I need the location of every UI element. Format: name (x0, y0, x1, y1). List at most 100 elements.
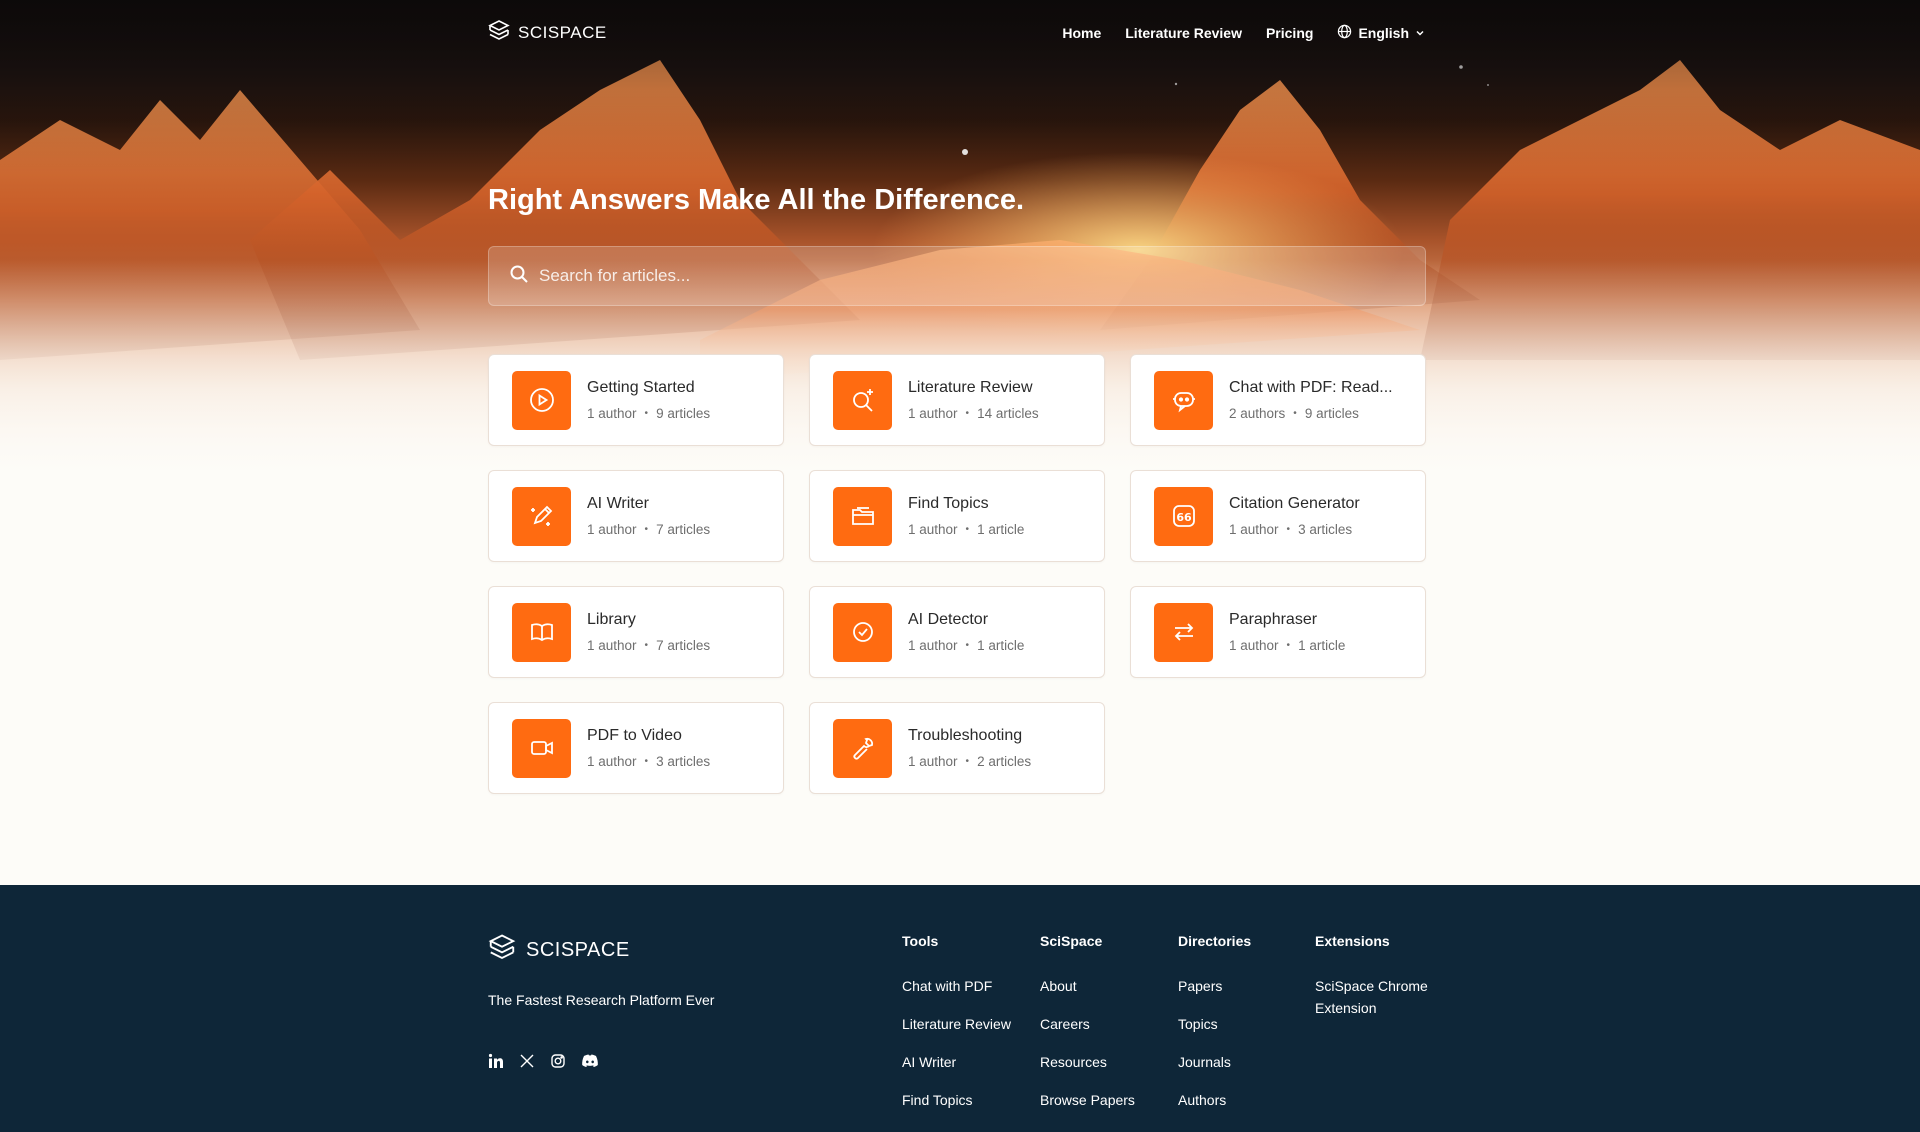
search-input[interactable] (539, 266, 1399, 286)
nav-links: Home Literature Review Pricing English (1062, 24, 1425, 42)
author-count: 1 author (908, 522, 958, 537)
footer-column-title: SciSpace (1040, 933, 1103, 949)
article-count: 3 articles (1298, 522, 1353, 537)
article-count: 1 article (977, 522, 1025, 537)
folder-icon (833, 486, 892, 546)
footer-link[interactable]: Journals (1178, 1051, 1288, 1073)
search-icon (509, 264, 529, 288)
article-count: 14 articles (977, 406, 1039, 421)
footer-column-directories: Directories Papers Topics Journals Autho… (1178, 933, 1288, 1127)
meta-separator: • (965, 640, 970, 651)
collection-title: Troubleshooting (908, 727, 1023, 744)
collection-title: AI Writer (587, 495, 649, 512)
author-count: 1 author (587, 638, 637, 653)
x-icon[interactable] (519, 1053, 535, 1069)
chat-bot-icon (1154, 370, 1213, 430)
pencil-sparkle-icon (512, 486, 571, 546)
nav-link-pricing[interactable]: Pricing (1266, 25, 1313, 41)
brand-logo[interactable]: SCISPACE (488, 19, 607, 47)
language-selector[interactable]: English (1337, 24, 1425, 42)
footer-link[interactable]: Resources (1040, 1051, 1160, 1073)
author-count: 1 author (1229, 638, 1279, 653)
linkedin-icon[interactable] (488, 1053, 504, 1069)
footer-column-title: Directories (1178, 933, 1252, 949)
nav-link-literature-review[interactable]: Literature Review (1125, 25, 1242, 41)
collection-title: Find Topics (908, 495, 989, 512)
collection-title: Citation Generator (1229, 495, 1360, 512)
collection-card-ai-detector[interactable]: AI Detector 1 author • 1 article (809, 586, 1105, 678)
meta-separator: • (644, 524, 649, 535)
nav-link-home[interactable]: Home (1062, 25, 1101, 41)
footer-link[interactable]: Careers (1040, 1013, 1160, 1035)
author-count: 1 author (908, 638, 958, 653)
magnify-sparkle-icon (833, 370, 892, 430)
instagram-icon[interactable] (550, 1053, 566, 1069)
author-count: 1 author (587, 754, 637, 769)
author-count: 2 authors (1229, 406, 1286, 421)
collection-card-library[interactable]: Library 1 author • 7 articles (488, 586, 784, 678)
collection-card-paraphraser[interactable]: Paraphraser 1 author • 1 article (1130, 586, 1426, 678)
social-links (488, 1053, 599, 1069)
meta-separator: • (965, 756, 970, 767)
author-count: 1 author (587, 406, 637, 421)
meta-separator: • (965, 408, 970, 419)
swap-arrows-icon (1154, 602, 1213, 662)
quote-icon: 66 (1154, 486, 1213, 546)
collection-card-troubleshooting[interactable]: Troubleshooting 1 author • 2 articles (809, 702, 1105, 794)
footer-brand-name: SCISPACE (526, 938, 630, 961)
collection-card-find-topics[interactable]: Find Topics 1 author • 1 article (809, 470, 1105, 562)
collection-title: Literature Review (908, 379, 1033, 396)
wrench-icon (833, 718, 892, 778)
collection-card-getting-started[interactable]: Getting Started 1 author • 9 articles (488, 354, 784, 446)
footer-link[interactable]: SciSpace Chrome Extension (1315, 975, 1440, 1019)
scispace-logo-icon (488, 933, 516, 967)
meta-separator: • (644, 756, 649, 767)
article-count: 3 articles (656, 754, 711, 769)
collection-card-citation-generator[interactable]: 66 Citation Generator 1 author • 3 article… (1130, 470, 1426, 562)
footer-link[interactable]: About (1040, 975, 1160, 997)
svg-text:66: 66 (1176, 511, 1192, 524)
chevron-down-icon (1415, 25, 1425, 41)
footer-link[interactable]: Chat with PDF (902, 975, 1012, 997)
top-navigation: SCISPACE Home Literature Review Pricing … (488, 18, 1425, 48)
article-count: 7 articles (656, 522, 711, 537)
article-count: 1 article (977, 638, 1025, 653)
article-count: 9 articles (656, 406, 711, 421)
author-count: 1 author (908, 406, 958, 421)
footer-link[interactable]: Papers (1178, 975, 1288, 997)
footer-link[interactable]: Authors (1178, 1089, 1288, 1111)
article-count: 7 articles (656, 638, 711, 653)
article-count: 1 article (1298, 638, 1346, 653)
footer-column-extensions: Extensions SciSpace Chrome Extension (1315, 933, 1440, 1035)
footer-column-scispace: SciSpace About Careers Resources Browse … (1040, 933, 1160, 1127)
footer-link[interactable]: Browse Papers (1040, 1089, 1160, 1111)
collection-card-chat-with-pdf[interactable]: Chat with PDF: Read... 2 authors • 9 artic… (1130, 354, 1426, 446)
collection-title: Chat with PDF: Read... (1229, 379, 1393, 396)
footer-link[interactable]: Topics (1178, 1013, 1288, 1035)
collection-card-literature-review[interactable]: Literature Review 1 author • 14 articles (809, 354, 1105, 446)
collection-card-ai-writer[interactable]: AI Writer 1 author • 7 articles (488, 470, 784, 562)
meta-separator: • (965, 524, 970, 535)
author-count: 1 author (587, 522, 637, 537)
meta-separator: • (1286, 524, 1291, 535)
collection-title: PDF to Video (587, 727, 682, 744)
author-count: 1 author (1229, 522, 1279, 537)
footer-link[interactable]: Find Topics (902, 1089, 1012, 1111)
scispace-logo-icon (488, 19, 510, 47)
collection-card-pdf-to-video[interactable]: PDF to Video 1 author • 3 articles (488, 702, 784, 794)
meta-separator: • (644, 408, 649, 419)
collection-title: AI Detector (908, 611, 989, 628)
collection-title: Paraphraser (1229, 611, 1318, 628)
language-label: English (1358, 25, 1409, 41)
check-circle-icon (833, 602, 892, 662)
footer-column-title: Tools (902, 933, 939, 949)
discord-icon[interactable] (581, 1053, 599, 1069)
footer-column-title: Extensions (1315, 933, 1390, 949)
meta-separator: • (1293, 408, 1297, 419)
footer-link[interactable]: Literature Review (902, 1013, 1012, 1035)
meta-separator: • (1286, 640, 1291, 651)
video-camera-icon (512, 718, 571, 778)
search-bar[interactable] (488, 246, 1426, 306)
footer-logo[interactable]: SCISPACE (488, 933, 630, 967)
footer-link[interactable]: AI Writer (902, 1051, 1012, 1073)
